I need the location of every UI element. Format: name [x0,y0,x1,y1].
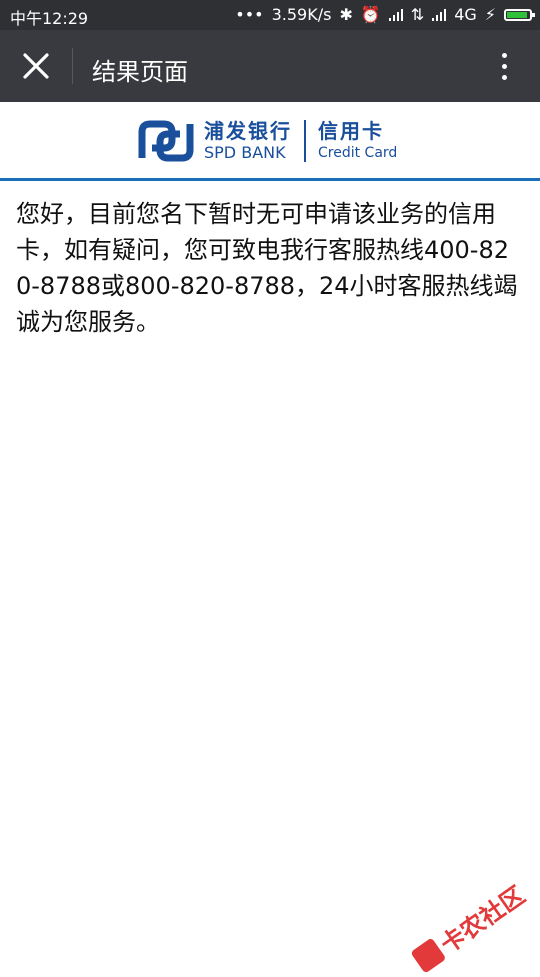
network-speed: 3.59K/s [272,5,332,24]
card-name-cn: 信用卡 [318,119,397,143]
bank-header: 浦发银行 SPD BANK 信用卡 Credit Card [0,102,540,181]
signal-icon [432,9,446,21]
title-bar: 结果页面 [0,30,540,102]
close-icon [23,53,49,79]
bank-name: 浦发银行 SPD BANK [204,119,292,163]
lightning-icon: ⚡ [485,5,496,24]
network-type: 4G [454,5,477,24]
bank-name-en: SPD BANK [204,143,292,163]
result-message: 您好，目前您名下暂时无可申请该业务的信用卡，如有疑问，您可致电我行客服热线400… [16,196,522,340]
status-bar: 中午12:29 ••• 3.59K/s ✱ ⏰ ⇅ 4G ⚡ [0,0,540,30]
more-vertical-icon [502,53,507,58]
bank-logo: 浦发银行 SPD BANK 信用卡 Credit Card [138,116,397,166]
bank-name-cn: 浦发银行 [204,119,292,143]
title-divider [72,48,73,84]
watermark-text: 卡农社区 [432,876,531,960]
battery-icon [504,9,532,21]
alarm-icon: ⏰ [361,5,381,24]
status-time: 中午12:29 [10,5,88,29]
close-button[interactable] [0,30,72,102]
card-name: 信用卡 Credit Card [318,119,397,163]
card-name-en: Credit Card [318,143,397,163]
watermark: 卡农社区 [407,876,530,977]
dots-icon: ••• [235,5,263,24]
bluetooth-icon: ✱ [339,5,352,24]
page-title: 结果页面 [92,52,188,87]
spd-logo-icon [138,118,194,164]
status-right: ••• 3.59K/s ✱ ⏰ ⇅ 4G ⚡ [235,5,532,24]
logo-separator [304,120,306,162]
more-button[interactable] [486,48,522,84]
signal-icon [389,9,403,21]
data-arrows-icon: ⇅ [411,5,424,24]
